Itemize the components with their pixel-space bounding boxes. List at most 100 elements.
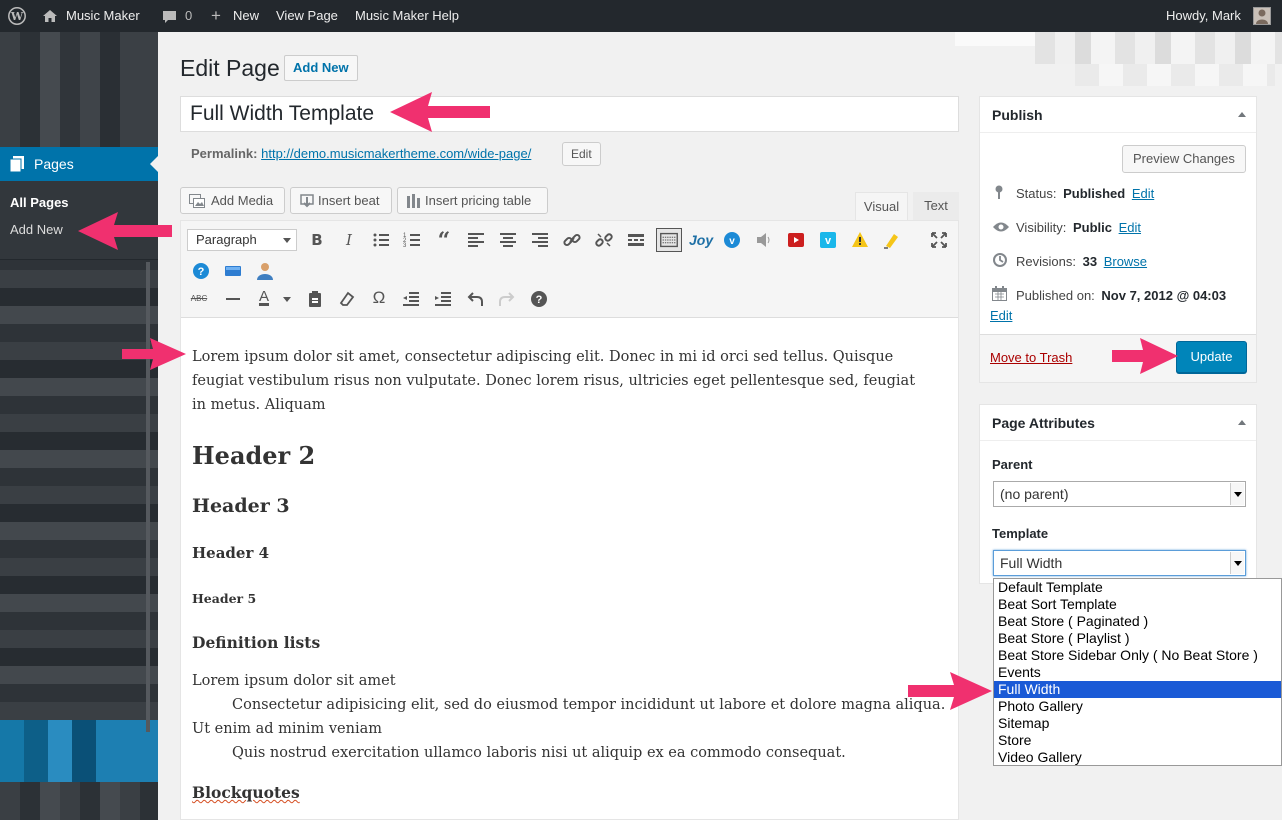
template-select-value: Full Width: [1000, 555, 1063, 571]
youtube-icon[interactable]: [786, 230, 806, 250]
definition-description: Quis nostrud exercitation ullamco labori…: [232, 745, 846, 761]
joy-icon[interactable]: Joy: [689, 230, 713, 250]
site-name-link[interactable]: Music Maker: [66, 0, 140, 32]
insert-beat-button[interactable]: Insert beat: [290, 187, 392, 214]
view-page-link[interactable]: View Page: [276, 0, 338, 32]
page-attributes-box: Page Attributes Parent (no parent) Templ…: [979, 404, 1257, 584]
comment-icon[interactable]: [162, 10, 177, 24]
read-more-icon[interactable]: [626, 230, 646, 250]
format-select[interactable]: Paragraph: [187, 229, 297, 251]
svg-text:v: v: [825, 235, 832, 247]
template-option[interactable]: Default Template: [994, 579, 1281, 596]
align-left-icon[interactable]: [466, 230, 486, 250]
template-option[interactable]: Beat Store Sidebar Only ( No Beat Store …: [994, 647, 1281, 664]
toolbar-toggle-icon[interactable]: [656, 228, 682, 252]
permalink-edit-button[interactable]: Edit: [562, 142, 601, 166]
new-content-link[interactable]: New: [233, 0, 259, 32]
strikethrough-icon[interactable]: ABC: [189, 289, 209, 309]
link-icon[interactable]: [562, 230, 582, 250]
tab-visual[interactable]: Visual: [855, 192, 908, 220]
browse-revisions-link[interactable]: Browse: [1104, 254, 1147, 269]
tab-text[interactable]: Text: [913, 192, 959, 220]
add-media-button[interactable]: Add Media: [180, 187, 285, 214]
post-title-input[interactable]: Full Width Template: [180, 96, 959, 132]
fullscreen-icon[interactable]: [929, 230, 949, 250]
special-character-icon[interactable]: Ω: [369, 288, 389, 308]
page-attributes-title[interactable]: Page Attributes: [980, 405, 1256, 441]
published-on-edit-link[interactable]: Edit: [990, 308, 1012, 323]
status-edit-link[interactable]: Edit: [1132, 186, 1154, 201]
collapse-arrow-icon[interactable]: [1238, 420, 1246, 425]
redo-icon[interactable]: [497, 289, 517, 309]
help-circle-icon[interactable]: ?: [191, 261, 211, 281]
greeting-link[interactable]: Howdy, Mark: [1166, 0, 1241, 32]
box-icon[interactable]: [223, 261, 243, 281]
add-new-page-button[interactable]: Add New: [284, 55, 358, 81]
italic-icon[interactable]: I: [339, 230, 359, 250]
vevo-icon[interactable]: v: [722, 230, 742, 250]
svg-text:W: W: [10, 10, 24, 23]
align-center-icon[interactable]: [498, 230, 518, 250]
collapse-arrow-icon[interactable]: [1238, 112, 1246, 117]
help-link[interactable]: Music Maker Help: [355, 0, 459, 32]
bold-icon[interactable]: B: [307, 230, 327, 250]
avatar[interactable]: [1253, 7, 1271, 25]
template-option[interactable]: Events: [994, 664, 1281, 681]
format-select-value: Paragraph: [196, 232, 257, 247]
status-label: Status:: [1016, 186, 1057, 201]
parent-select[interactable]: (no parent): [993, 481, 1246, 507]
paste-text-icon[interactable]: [305, 289, 325, 309]
template-option[interactable]: Beat Store ( Paginated ): [994, 613, 1281, 630]
revisions-row: Revisions: 33 Browse: [1016, 254, 1147, 269]
definition-term: Ut enim ad minim veniam: [192, 721, 382, 737]
pixelated-area: [1075, 64, 1275, 86]
template-option[interactable]: Beat Store ( Playlist ): [994, 630, 1281, 647]
update-button[interactable]: Update: [1176, 341, 1247, 373]
template-option[interactable]: Video Gallery: [994, 749, 1281, 766]
visibility-edit-link[interactable]: Edit: [1119, 220, 1141, 235]
template-option-selected[interactable]: Full Width: [994, 681, 1281, 698]
page-title: Edit Page: [180, 55, 280, 81]
template-select[interactable]: Full Width: [993, 550, 1246, 576]
template-option[interactable]: Beat Sort Template: [994, 596, 1281, 613]
horizontal-line-icon[interactable]: [223, 289, 243, 309]
chevron-down-icon[interactable]: [283, 297, 291, 302]
audio-icon[interactable]: [754, 230, 774, 250]
wordpress-logo-icon[interactable]: W: [8, 7, 26, 25]
comment-count[interactable]: 0: [185, 0, 192, 32]
publish-box-title[interactable]: Publish: [980, 97, 1256, 133]
clear-formatting-icon[interactable]: [337, 289, 357, 309]
svg-text:?: ?: [536, 294, 543, 306]
template-option[interactable]: Sitemap: [994, 715, 1281, 732]
published-on-value: Nov 7, 2012 @ 04:03: [1101, 288, 1227, 303]
revisions-value: 33: [1082, 254, 1098, 269]
warning-icon[interactable]: [850, 230, 870, 250]
publish-title-text: Publish: [992, 107, 1043, 123]
submenu-all-pages[interactable]: All Pages: [10, 195, 69, 210]
blockquote-icon[interactable]: “: [434, 230, 454, 252]
template-option[interactable]: Photo Gallery: [994, 698, 1281, 715]
current-menu-pointer: [150, 156, 158, 172]
bulleted-list-icon[interactable]: [371, 230, 391, 250]
unlink-icon[interactable]: [594, 230, 614, 250]
move-to-trash-link[interactable]: Move to Trash: [990, 350, 1072, 365]
preview-changes-button[interactable]: Preview Changes: [1122, 145, 1246, 173]
text-color-icon[interactable]: A: [254, 287, 274, 307]
insert-pricing-table-button[interactable]: Insert pricing table: [397, 187, 548, 214]
sidebar-item-pages[interactable]: Pages: [0, 147, 158, 181]
submenu-add-new[interactable]: Add New: [10, 222, 63, 237]
status-value: Published: [1063, 186, 1126, 201]
vimeo-icon[interactable]: v: [818, 230, 838, 250]
user-icon[interactable]: [255, 261, 275, 281]
outdent-icon[interactable]: [401, 289, 421, 309]
permalink-url[interactable]: http://demo.musicmakertheme.com/wide-pag…: [261, 146, 531, 161]
numbered-list-icon[interactable]: 123: [402, 230, 422, 250]
scrollbar[interactable]: [146, 262, 150, 732]
keyboard-help-icon[interactable]: ?: [529, 289, 549, 309]
template-option[interactable]: Store: [994, 732, 1281, 749]
align-right-icon[interactable]: [530, 230, 550, 250]
content-blockquotes-heading: Blockquotes: [192, 783, 300, 802]
undo-icon[interactable]: [465, 289, 485, 309]
indent-icon[interactable]: [433, 289, 453, 309]
highlighter-icon[interactable]: [882, 230, 902, 250]
